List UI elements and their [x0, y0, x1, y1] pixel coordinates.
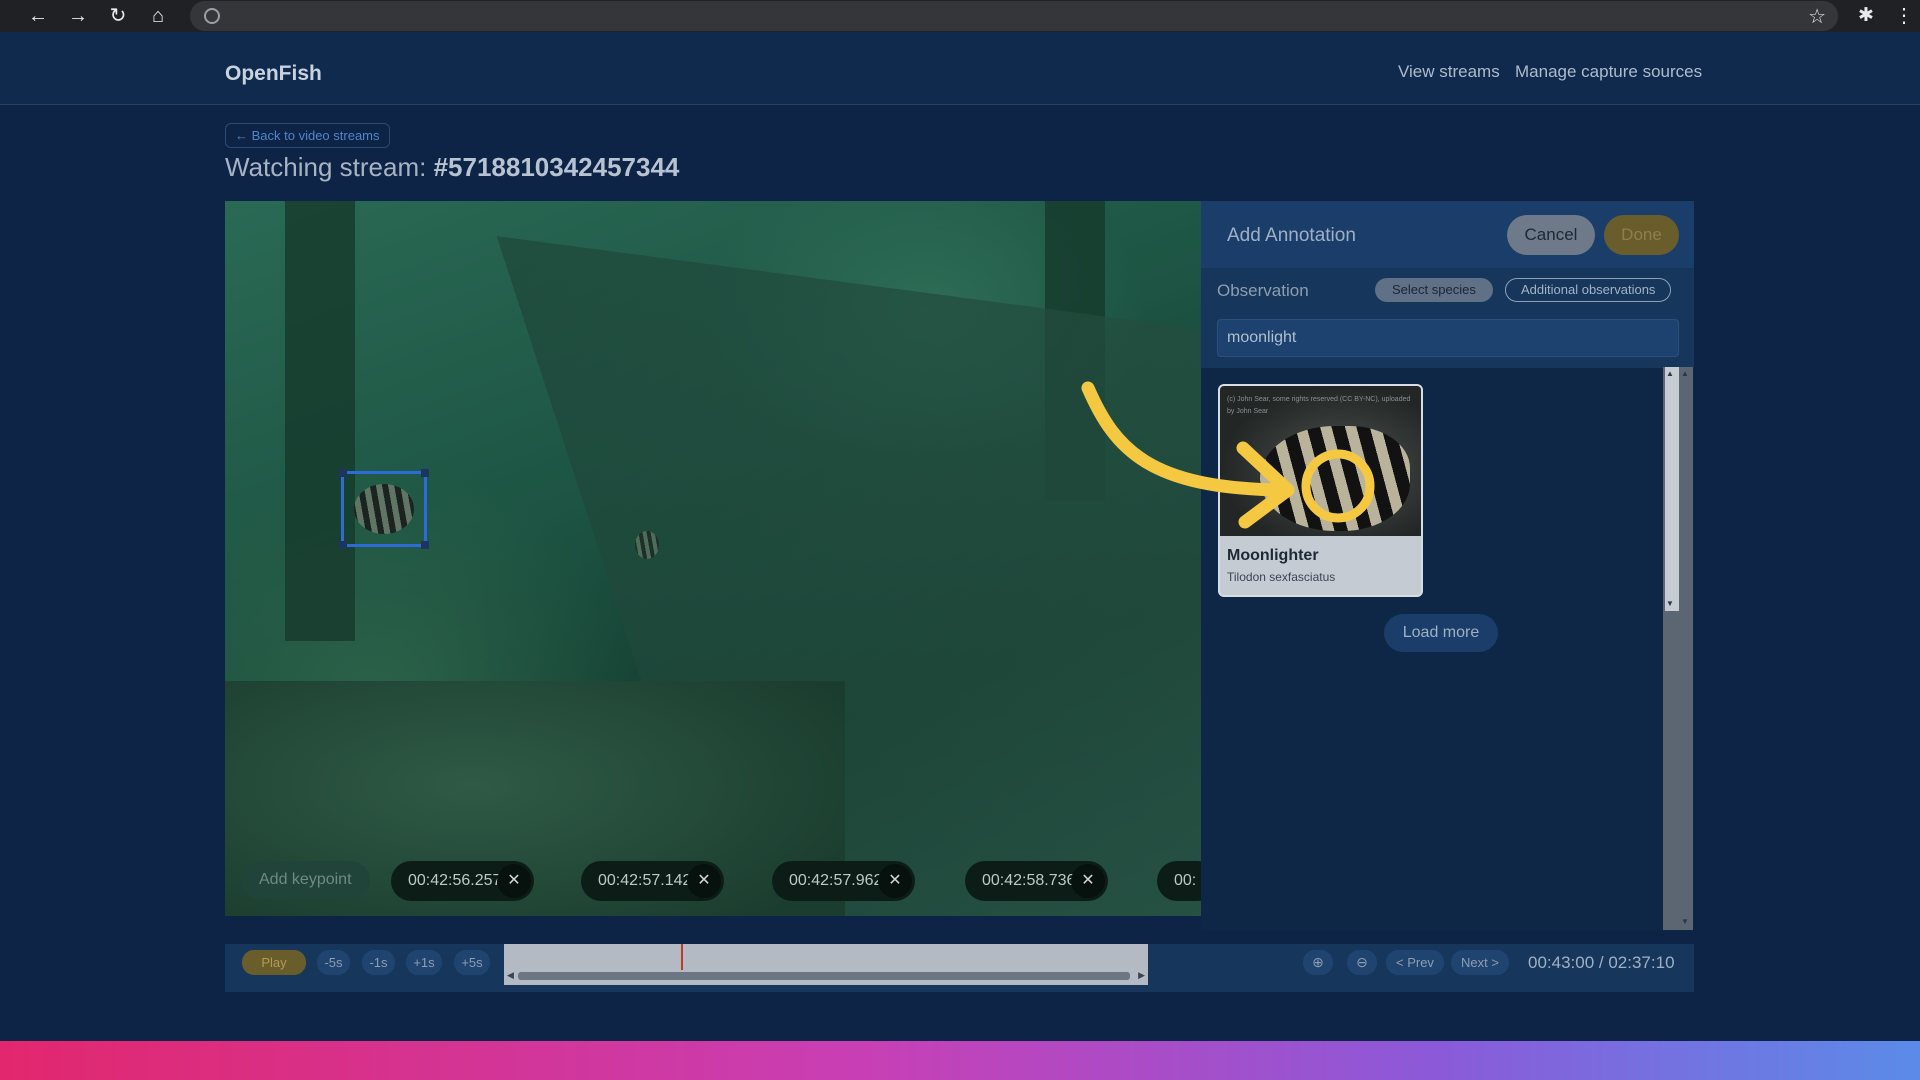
page-title-prefix: Watching stream:	[225, 152, 427, 182]
decorative-gradient	[0, 1041, 1920, 1080]
keypoint-time: 00:42:56.257	[408, 872, 502, 889]
scroll-down-icon[interactable]: ▼	[1681, 917, 1689, 926]
keypoint-time: 00:42:57.142	[598, 872, 692, 889]
address-bar[interactable]: ☆	[190, 1, 1838, 31]
annotation-header: Add Annotation Cancel Done	[1201, 201, 1694, 268]
annotation-panel: Add Annotation Cancel Done Observation S…	[1201, 201, 1694, 931]
close-icon[interactable]: ✕	[1071, 864, 1105, 898]
arrow-curve	[1081, 381, 1287, 497]
time-readout: 00:43:00 / 02:37:10	[1528, 953, 1675, 972]
add-keypoint-button[interactable]: Add keypoint	[241, 861, 370, 899]
app-header: OpenFish View streams Manage capture sou…	[0, 32, 1920, 105]
seek-back-5s-button[interactable]: -5s	[317, 950, 350, 975]
observation-section: Observation Select species Additional ob…	[1201, 268, 1694, 368]
bbox-handle[interactable]	[421, 541, 429, 549]
globe-icon	[204, 8, 220, 24]
prev-button[interactable]: < Prev	[1386, 950, 1444, 975]
scroll-up-icon[interactable]: ▲	[1666, 369, 1674, 378]
timeline[interactable]: ◀ ▶	[504, 944, 1148, 985]
keypoint-chip[interactable]: 00:42:57.142 ✕	[581, 861, 724, 901]
brand-logo[interactable]: OpenFish	[225, 62, 322, 86]
background-fish	[635, 531, 659, 559]
cancel-button[interactable]: Cancel	[1507, 215, 1595, 255]
home-icon[interactable]: ⌂	[146, 5, 170, 27]
star-icon[interactable]: ☆	[1808, 4, 1826, 29]
select-species-tab[interactable]: Select species	[1375, 278, 1493, 302]
keypoint-chip[interactable]: 00:42:56.257 ✕	[391, 861, 534, 901]
highlight-arrow	[1081, 381, 1375, 529]
bbox-handle[interactable]	[339, 469, 347, 477]
species-scientific-name: Tilodon sexfasciatus	[1227, 570, 1336, 584]
scroll-down-icon[interactable]: ▼	[1666, 599, 1674, 608]
observation-label: Observation	[1217, 281, 1309, 300]
back-arrow-icon[interactable]: ←	[26, 5, 50, 27]
scrollbar-thumb[interactable]	[1665, 367, 1679, 611]
keypoint-chip[interactable]: 00:42:57.962 ✕	[772, 861, 915, 901]
additional-observations-tab[interactable]: Additional observations	[1505, 278, 1672, 302]
stream-id: #5718810342457344	[433, 152, 680, 182]
seek-forward-5s-button[interactable]: +5s	[454, 950, 490, 975]
keypoint-time: 00:42:58.736	[982, 872, 1076, 889]
keypoint-time: 00:42:57.962	[789, 872, 883, 889]
back-to-streams-link[interactable]: ← Back to video streams	[225, 123, 390, 148]
next-button[interactable]: Next >	[1451, 950, 1509, 975]
seek-back-1s-button[interactable]: -1s	[362, 950, 395, 975]
results-scrollbar[interactable]: ▲ ▼ ▲ ▼	[1663, 367, 1693, 930]
keypoint-time: 00:	[1174, 872, 1197, 889]
playhead[interactable]	[681, 944, 683, 970]
keypoint-chip[interactable]: 00:	[1157, 861, 1201, 901]
pier-post	[285, 201, 355, 641]
scroll-up-icon[interactable]: ▲	[1681, 369, 1689, 378]
browser-toolbar: ← → ↻ ⌂ ☆ ✱ ⋮	[0, 0, 1920, 32]
bounding-box[interactable]	[339, 469, 429, 549]
annotation-title: Add Annotation	[1227, 225, 1356, 246]
bbox-handle[interactable]	[339, 541, 347, 549]
load-more-button[interactable]: Load more	[1384, 614, 1498, 652]
forward-arrow-icon[interactable]: →	[66, 5, 90, 27]
close-icon[interactable]: ✕	[878, 864, 912, 898]
video-player[interactable]: Add keypoint 00:42:56.257 ✕ 00:42:57.142…	[225, 201, 1201, 916]
seek-forward-1s-button[interactable]: +1s	[406, 950, 442, 975]
close-icon[interactable]: ✕	[687, 864, 721, 898]
species-search-input[interactable]	[1217, 319, 1679, 357]
nav-manage-capture-sources[interactable]: Manage capture sources	[1515, 62, 1702, 82]
extensions-icon[interactable]: ✱	[1858, 4, 1874, 27]
timeline-scrollbar[interactable]	[518, 972, 1130, 980]
zoom-in-icon[interactable]: ⊕	[1303, 950, 1333, 975]
fish-in-box	[354, 484, 414, 534]
menu-icon[interactable]: ⋮	[1894, 3, 1914, 28]
playback-controls: Play -5s -1s +1s +5s ◀ ▶ ⊕ ⊖ < Prev Next…	[225, 944, 1694, 992]
keypoint-bar: Add keypoint 00:42:56.257 ✕ 00:42:57.142…	[225, 861, 1201, 901]
done-button[interactable]: Done	[1604, 215, 1679, 255]
highlight-circle	[1301, 449, 1375, 523]
close-icon[interactable]: ✕	[497, 864, 531, 898]
keypoint-chip[interactable]: 00:42:58.736 ✕	[965, 861, 1108, 901]
scroll-right-icon[interactable]: ▶	[1138, 970, 1145, 981]
bbox-handle[interactable]	[421, 469, 429, 477]
nav-view-streams[interactable]: View streams	[1398, 62, 1500, 82]
zoom-out-icon[interactable]: ⊖	[1347, 950, 1377, 975]
reload-icon[interactable]: ↻	[106, 5, 130, 27]
page-title: Watching stream: #5718810342457344	[225, 152, 679, 183]
scroll-left-icon[interactable]: ◀	[507, 970, 514, 981]
play-button[interactable]: Play	[242, 950, 306, 975]
